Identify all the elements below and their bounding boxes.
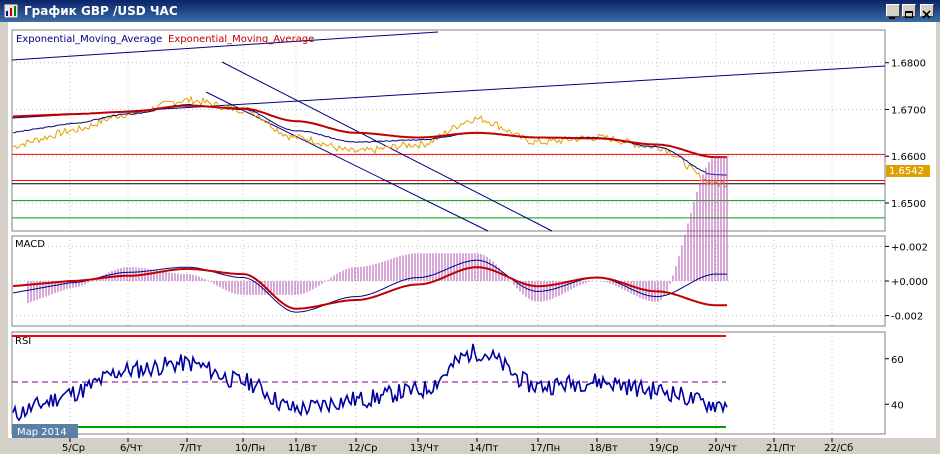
chart-canvas[interactable]: Exponential_Moving_Average Exponential_M… bbox=[0, 22, 940, 454]
window-title: График GBP /USD ЧАС bbox=[24, 4, 178, 18]
time-label: 22/Сб bbox=[824, 443, 853, 454]
time-label: 10/Пн bbox=[235, 443, 265, 454]
restore-icon bbox=[905, 11, 913, 18]
time-label: 18/Вт bbox=[589, 443, 618, 454]
macd-scale-label: +0.002 bbox=[891, 242, 928, 253]
restore-button[interactable] bbox=[902, 4, 916, 18]
legend-ema-slow: Exponential_Moving_Average bbox=[168, 34, 314, 45]
close-button[interactable] bbox=[920, 4, 934, 19]
rsi-label: RSI bbox=[15, 336, 31, 347]
minimize-button[interactable] bbox=[886, 4, 900, 19]
price-panel[interactable]: Exponential_Moving_Average Exponential_M… bbox=[11, 29, 930, 232]
time-label: 5/Ср bbox=[62, 443, 85, 454]
current-price-label: 1.6542 bbox=[889, 166, 924, 177]
price-label: 1.6700 bbox=[891, 105, 926, 116]
macd-label: MACD bbox=[15, 239, 45, 250]
time-label: 7/Пт bbox=[179, 443, 202, 454]
time-label: 6/Чт bbox=[120, 443, 143, 454]
rsi-panel[interactable]: RSI 60 40 Мар 2014 bbox=[11, 331, 904, 438]
time-label: 11/Вт bbox=[288, 443, 317, 454]
macd-scale-label: +0.000 bbox=[891, 277, 928, 288]
rsi-scale-label: 60 bbox=[891, 355, 904, 366]
chart-window: График GBP /USD ЧАС Exponential_Moving_A… bbox=[0, 0, 940, 454]
time-label: 14/Пт bbox=[469, 443, 499, 454]
price-label: 1.6800 bbox=[891, 59, 926, 70]
time-label: 21/Пт bbox=[766, 443, 796, 454]
price-label: 1.6500 bbox=[891, 199, 926, 210]
rsi-scale-label: 40 bbox=[891, 400, 904, 411]
time-label: 12/Ср bbox=[348, 443, 377, 454]
month-label: Мар 2014 bbox=[17, 427, 67, 438]
close-icon bbox=[922, 10, 931, 19]
macd-scale-label: -0.002 bbox=[891, 312, 923, 323]
legend-ema-fast: Exponential_Moving_Average bbox=[16, 34, 162, 45]
chart-app-icon bbox=[4, 4, 18, 18]
minimize-icon bbox=[889, 17, 895, 19]
time-label: 19/Ср bbox=[649, 443, 678, 454]
time-label: 17/Пн bbox=[530, 443, 560, 454]
price-label: 1.6600 bbox=[891, 152, 926, 163]
time-label: 13/Чт bbox=[410, 443, 439, 454]
time-label: 20/Чт bbox=[708, 443, 737, 454]
title-bar[interactable]: График GBP /USD ЧАС bbox=[0, 0, 940, 22]
